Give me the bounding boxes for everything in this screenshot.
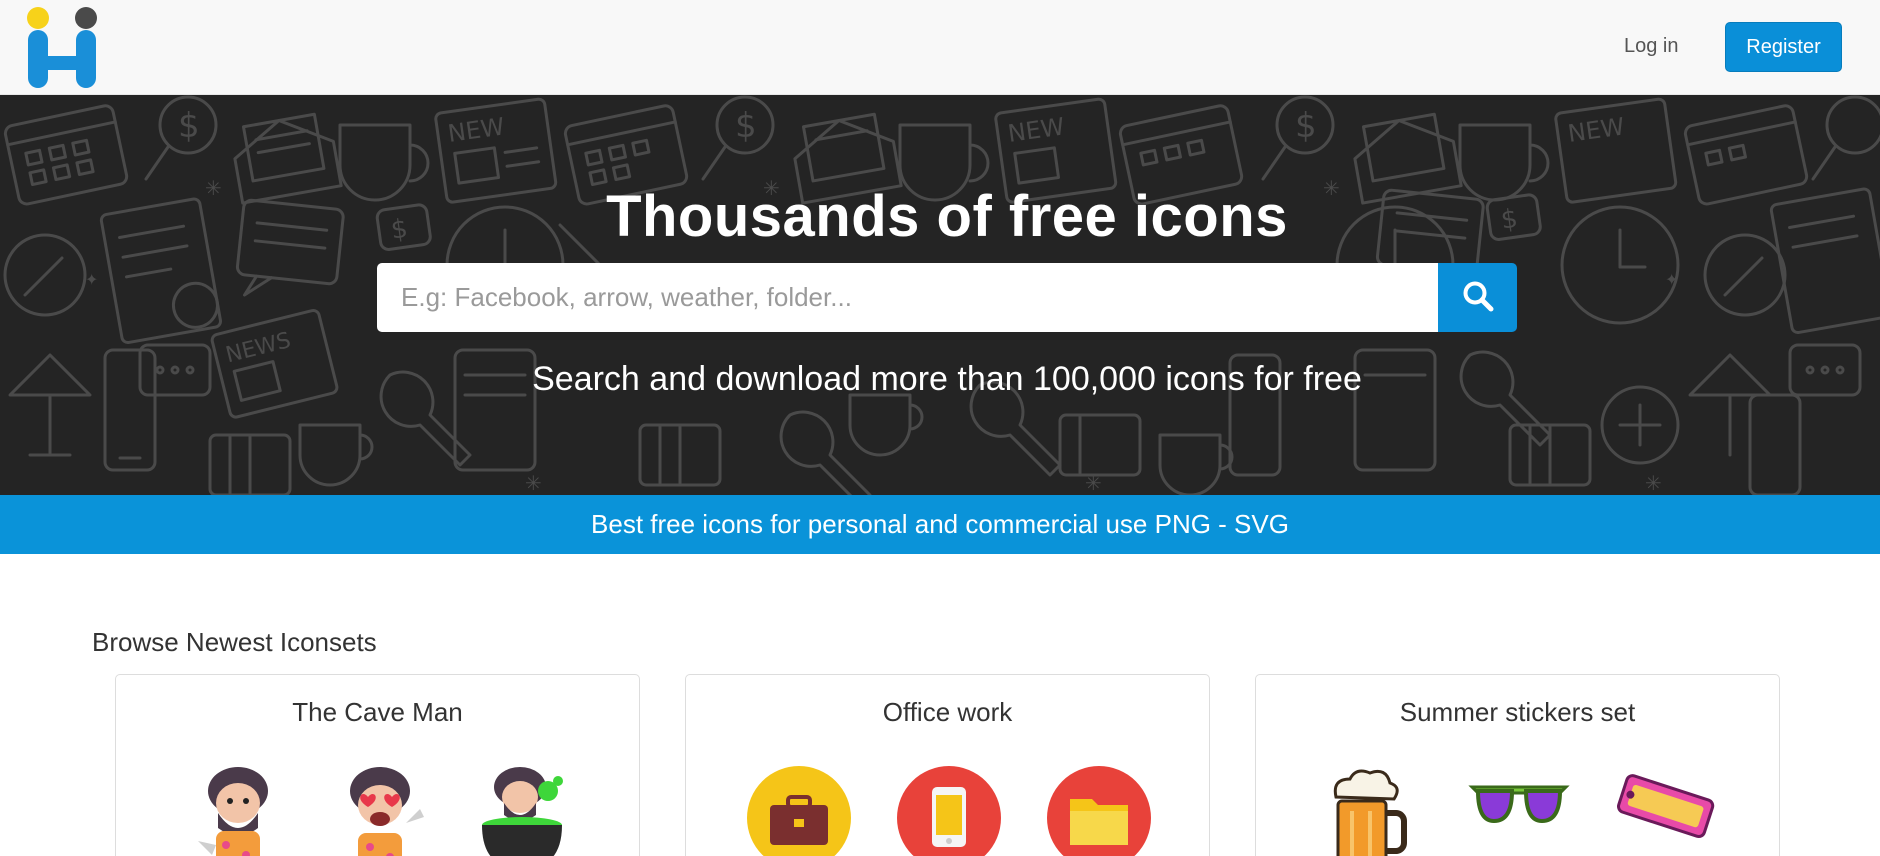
svg-text:NEW: NEW: [1006, 112, 1066, 148]
hero-title: Thousands of free icons: [606, 184, 1288, 249]
summer-tag-icon[interactable]: [1612, 763, 1718, 856]
iconset-card-title[interactable]: Office work: [686, 697, 1209, 728]
briefcase-icon[interactable]: [746, 763, 852, 856]
caveman-love-icon[interactable]: [330, 763, 436, 856]
svg-text:NEW: NEW: [446, 112, 506, 148]
iconset-preview-row: [1256, 763, 1779, 856]
iconset-card-title[interactable]: Summer stickers set: [1256, 697, 1779, 728]
site-logo[interactable]: [26, 6, 102, 90]
svg-text:✦: ✦: [1665, 270, 1678, 289]
top-navbar: Log in Register: [0, 0, 1880, 95]
browse-section-title: Browse Newest Iconsets: [92, 627, 377, 657]
svg-text:✳: ✳: [1645, 471, 1662, 495]
search-button[interactable]: [1438, 263, 1517, 332]
iconset-preview-row: [686, 763, 1209, 856]
svg-text:✳: ✳: [1085, 471, 1102, 495]
search-icon: [1462, 280, 1494, 315]
folder-icon[interactable]: [1046, 763, 1152, 856]
svg-text:✦: ✦: [85, 270, 98, 289]
search-input[interactable]: [377, 263, 1438, 332]
iconset-preview-row: [116, 763, 639, 856]
iconset-card-cave-man[interactable]: The Cave Man: [115, 674, 640, 856]
svg-text:$: $: [178, 106, 200, 146]
caveman-thinking-icon[interactable]: [188, 763, 294, 856]
svg-text:$: $: [735, 106, 757, 146]
search-bar: [377, 263, 1517, 332]
iconset-card-title[interactable]: The Cave Man: [116, 697, 639, 728]
register-button[interactable]: Register: [1725, 22, 1842, 72]
caveman-cauldron-icon[interactable]: [472, 763, 578, 856]
iconset-card-summer-stickers[interactable]: Summer stickers set: [1255, 674, 1780, 856]
smartphone-icon[interactable]: [896, 763, 1002, 856]
login-link[interactable]: Log in: [1600, 22, 1703, 70]
beer-mug-icon[interactable]: [1314, 763, 1420, 856]
svg-text:NEW: NEW: [1566, 112, 1626, 148]
hero-section: $ NEW $ NEW $ NEW $ $ NEWS ✳ ✳ ✳ ✦ ✦ ✳ ✳…: [0, 95, 1880, 495]
license-banner: Best free icons for personal and commerc…: [0, 495, 1880, 554]
iconset-card-office-work[interactable]: Office work: [685, 674, 1210, 856]
svg-text:✳: ✳: [525, 471, 542, 495]
svg-text:$: $: [1295, 106, 1317, 146]
sunglasses-icon[interactable]: [1466, 763, 1572, 856]
hero-subtitle: Search and download more than 100,000 ic…: [532, 360, 1362, 398]
